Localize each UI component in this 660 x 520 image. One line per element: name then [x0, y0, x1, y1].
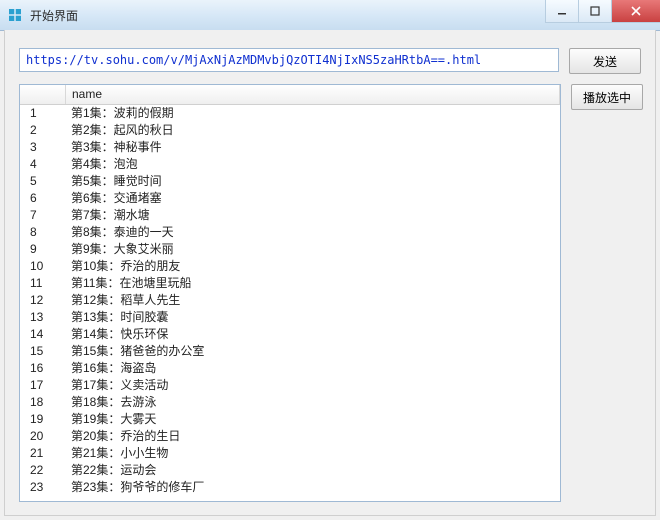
- table-row[interactable]: 3第3集：神秘事件: [20, 139, 560, 156]
- system-buttons: [545, 0, 660, 22]
- row-index: 11: [20, 275, 65, 292]
- table-row[interactable]: 4第4集：泡泡: [20, 156, 560, 173]
- row-name: 第22集：运动会: [65, 462, 560, 479]
- row-name: 第15集：猪爸爸的办公室: [65, 343, 560, 360]
- row-index: 23: [20, 479, 65, 496]
- side-panel: 播放选中: [571, 84, 641, 110]
- list-body[interactable]: 1第1集：波莉的假期2第2集：起风的秋日3第3集：神秘事件4第4集：泡泡5第5集…: [20, 105, 560, 501]
- row-name: 第13集：时间胶囊: [65, 309, 560, 326]
- row-name: 第20集：乔治的生日: [65, 428, 560, 445]
- app-icon: [6, 6, 24, 24]
- client-area: 发送 name 1第1集：波莉的假期2第2集：起风的秋日3第3集：神秘事件4第4…: [4, 30, 656, 516]
- row-index: 21: [20, 445, 65, 462]
- row-index: 15: [20, 343, 65, 360]
- table-row[interactable]: 13第13集：时间胶囊: [20, 309, 560, 326]
- row-name: 第21集：小小生物: [65, 445, 560, 462]
- row-index: 14: [20, 326, 65, 343]
- row-name: 第1集：波莉的假期: [65, 105, 560, 122]
- title-bar[interactable]: 开始界面: [0, 0, 660, 31]
- table-row[interactable]: 7第7集：潮水塘: [20, 207, 560, 224]
- row-index: 7: [20, 207, 65, 224]
- row-name: 第9集：大象艾米丽: [65, 241, 560, 258]
- table-row[interactable]: 16第16集：海盗岛: [20, 360, 560, 377]
- row-index: 4: [20, 156, 65, 173]
- row-name: 第7集：潮水塘: [65, 207, 560, 224]
- row-index: 3: [20, 139, 65, 156]
- row-index: 17: [20, 377, 65, 394]
- row-name: 第12集：稻草人先生: [65, 292, 560, 309]
- table-row[interactable]: 17第17集：义卖活动: [20, 377, 560, 394]
- window-title: 开始界面: [30, 7, 78, 24]
- content-row: name 1第1集：波莉的假期2第2集：起风的秋日3第3集：神秘事件4第4集：泡…: [19, 84, 641, 502]
- column-header-name[interactable]: name: [66, 85, 560, 104]
- table-row[interactable]: 2第2集：起风的秋日: [20, 122, 560, 139]
- row-index: 10: [20, 258, 65, 275]
- table-row[interactable]: 6第6集：交通堵塞: [20, 190, 560, 207]
- table-row[interactable]: 19第19集：大雾天: [20, 411, 560, 428]
- row-name: 第2集：起风的秋日: [65, 122, 560, 139]
- url-input[interactable]: [19, 48, 559, 72]
- row-name: 第4集：泡泡: [65, 156, 560, 173]
- row-index: 19: [20, 411, 65, 428]
- table-row[interactable]: 22第22集：运动会: [20, 462, 560, 479]
- table-row[interactable]: 15第15集：猪爸爸的办公室: [20, 343, 560, 360]
- table-row[interactable]: 5第5集：睡觉时间: [20, 173, 560, 190]
- row-index: 6: [20, 190, 65, 207]
- row-name: 第8集：泰迪的一天: [65, 224, 560, 241]
- row-name: 第10集：乔治的朋友: [65, 258, 560, 275]
- minimize-button[interactable]: [545, 0, 578, 23]
- row-index: 9: [20, 241, 65, 258]
- row-index: 16: [20, 360, 65, 377]
- table-row[interactable]: 8第8集：泰迪的一天: [20, 224, 560, 241]
- table-row[interactable]: 23第23集：狗爷爷的修车厂: [20, 479, 560, 496]
- row-index: 20: [20, 428, 65, 445]
- table-row[interactable]: 21第21集：小小生物: [20, 445, 560, 462]
- table-row[interactable]: 18第18集：去游泳: [20, 394, 560, 411]
- maximize-button[interactable]: [578, 0, 611, 23]
- row-name: 第16集：海盗岛: [65, 360, 560, 377]
- table-row[interactable]: 1第1集：波莉的假期: [20, 105, 560, 122]
- row-index: 5: [20, 173, 65, 190]
- top-row: 发送: [19, 48, 641, 74]
- table-row[interactable]: 20第20集：乔治的生日: [20, 428, 560, 445]
- column-header-index[interactable]: [20, 85, 66, 104]
- close-button[interactable]: [611, 0, 660, 23]
- row-name: 第5集：睡觉时间: [65, 173, 560, 190]
- row-index: 13: [20, 309, 65, 326]
- table-row[interactable]: 10第10集：乔治的朋友: [20, 258, 560, 275]
- row-name: 第18集：去游泳: [65, 394, 560, 411]
- row-index: 18: [20, 394, 65, 411]
- play-selected-button[interactable]: 播放选中: [571, 84, 643, 110]
- row-name: 第19集：大雾天: [65, 411, 560, 428]
- table-row[interactable]: 9第9集：大象艾米丽: [20, 241, 560, 258]
- row-name: 第14集：快乐环保: [65, 326, 560, 343]
- row-index: 22: [20, 462, 65, 479]
- row-index: 8: [20, 224, 65, 241]
- row-name: 第23集：狗爷爷的修车厂: [65, 479, 560, 496]
- row-name: 第6集：交通堵塞: [65, 190, 560, 207]
- table-row[interactable]: 14第14集：快乐环保: [20, 326, 560, 343]
- row-name: 第11集：在池塘里玩船: [65, 275, 560, 292]
- main-window: 开始界面 发送 name 1第1集：波莉的假期2第2集：起风的: [0, 0, 660, 520]
- row-index: 2: [20, 122, 65, 139]
- list-header: name: [20, 85, 560, 105]
- episode-list[interactable]: name 1第1集：波莉的假期2第2集：起风的秋日3第3集：神秘事件4第4集：泡…: [19, 84, 561, 502]
- row-index: 12: [20, 292, 65, 309]
- table-row[interactable]: 12第12集：稻草人先生: [20, 292, 560, 309]
- row-name: 第3集：神秘事件: [65, 139, 560, 156]
- row-index: 1: [20, 105, 65, 122]
- row-name: 第17集：义卖活动: [65, 377, 560, 394]
- send-button[interactable]: 发送: [569, 48, 641, 74]
- table-row[interactable]: 11第11集：在池塘里玩船: [20, 275, 560, 292]
